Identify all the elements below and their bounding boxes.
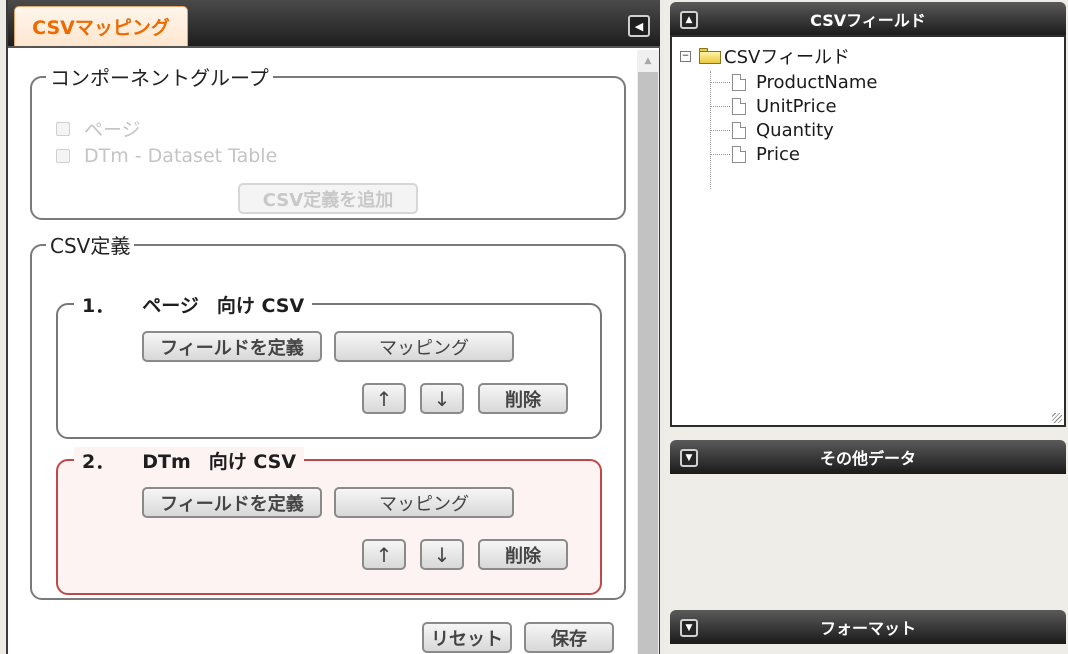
document-icon [732,74,746,91]
move-down-button[interactable]: ↓ [420,383,464,414]
move-down-button[interactable]: ↓ [420,539,464,570]
define-fields-button[interactable]: フィールドを定義 [142,331,322,362]
field-label: ProductName [756,72,878,93]
csv-field-panel-title: CSVフィールド [810,11,926,30]
define-fields-button[interactable]: フィールドを定義 [142,487,322,518]
format-panel-title: フォーマット [819,619,916,638]
document-icon [732,146,746,163]
delete-button[interactable]: 削除 [478,383,568,414]
other-data-panel-title: その他データ [819,449,916,468]
component-group-legend: コンポーネントグループ [50,66,269,90]
component-page-checkbox-row: ページ [56,115,141,142]
collapse-left-icon[interactable]: ◀ [628,15,650,37]
right-sidebar: ▲ CSVフィールド − CSVフィールド ProductName UnitPr… [664,0,1068,654]
card-suffix: 向け CSV [208,451,297,473]
mapping-button[interactable]: マッピング [334,331,514,362]
reset-button[interactable]: リセット [422,622,512,653]
format-panel-header[interactable]: ▼ フォーマット [670,610,1066,644]
move-up-button[interactable]: ↑ [362,539,406,570]
csv-definition-card-selected: 2． DTm 向け CSV フィールドを定義 マッピング ↑ ↓ 削除 [56,447,602,595]
tree-root-node[interactable]: − CSVフィールド [680,43,850,69]
scroll-up-arrow-icon[interactable]: ▲ [637,50,659,72]
document-icon [732,98,746,115]
card-suffix: 向け CSV [216,295,305,317]
csv-definition-legend: CSV定義 [50,234,131,258]
card-title: 1． ページ 向け CSV [74,291,313,318]
dtm-checkbox[interactable] [56,149,70,163]
tree-leaf-node[interactable]: UnitPrice [710,96,837,117]
component-dtm-checkbox-row: DTm - Dataset Table [56,145,277,167]
card-target: ページ [142,295,199,317]
scrollbar-thumb[interactable] [638,72,658,654]
panel-header: CSVマッピング ◀ [8,0,660,48]
tree-collapse-icon[interactable]: − [680,50,691,62]
tree-leaf-node[interactable]: ProductName [710,72,877,93]
field-label: UnitPrice [756,96,837,117]
csv-mapping-panel: CSVマッピング ◀ コンポーネントグループ ページ DTm - Dataset… [6,0,660,654]
card-number: 1． [82,295,115,317]
tree-root-label: CSVフィールド [724,47,850,68]
resize-grip-icon[interactable] [1052,413,1062,423]
component-group-fieldset: コンポーネントグループ ページ DTm - Dataset Table CSV定… [30,62,626,220]
csv-definition-card: 1． ページ 向け CSV フィールドを定義 マッピング ↑ ↓ 削除 [56,291,602,439]
field-label: Quantity [756,120,834,141]
tab-csv-mapping[interactable]: CSVマッピング [14,6,188,46]
csv-definition-fieldset: CSV定義 1． ページ 向け CSV フィールドを定義 マッピング ↑ ↓ 削除 … [30,230,626,600]
page-checkbox-label: ページ [84,119,141,141]
document-icon [732,122,746,139]
dtm-checkbox-label: DTm - Dataset Table [84,145,278,167]
other-data-panel-header[interactable]: ▼ その他データ [670,440,1066,474]
card-number: 2． [82,451,115,473]
csv-field-tree: − CSVフィールド ProductName UnitPrice Quantit… [670,35,1066,427]
add-csv-definition-button[interactable]: CSV定義を追加 [238,183,418,214]
folder-icon [699,48,721,64]
tree-leaf-node[interactable]: Quantity [710,120,834,141]
card-target: DTm [142,451,191,473]
vertical-scrollbar[interactable]: ▲ [637,50,659,654]
save-button[interactable]: 保存 [524,622,614,653]
field-label: Price [756,144,800,165]
tree-leaf-node[interactable]: Price [710,144,800,165]
csv-field-panel-header[interactable]: ▲ CSVフィールド [670,2,1066,36]
mapping-button[interactable]: マッピング [334,487,514,518]
page-checkbox[interactable] [56,121,70,136]
delete-button[interactable]: 削除 [478,539,568,570]
card-title: 2． DTm 向け CSV [74,447,305,474]
move-up-button[interactable]: ↑ [362,383,406,414]
